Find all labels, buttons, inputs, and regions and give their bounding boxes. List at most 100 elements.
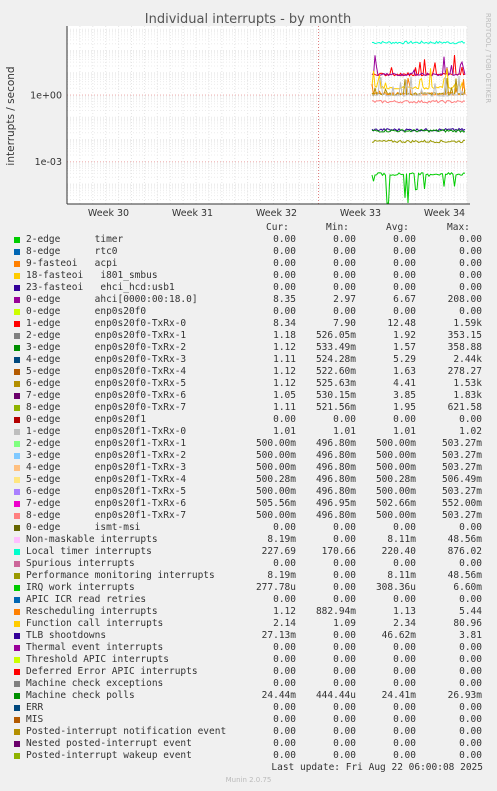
legend-swatch bbox=[14, 417, 20, 423]
legend-swatch bbox=[14, 549, 20, 555]
avg-value: 5.29 bbox=[393, 354, 416, 365]
avg-value: 0.00 bbox=[393, 234, 416, 245]
min-value: 1.01 bbox=[333, 426, 356, 437]
cur-value: 1.18 bbox=[273, 330, 296, 341]
legend-row: Machine check polls 24.44m 444.44u 24.41m 26… bbox=[0, 690, 497, 702]
legend-row: 3-edge enp0s20f0-TxRx-2 1.12 533.49m 1.57 35… bbox=[0, 342, 497, 354]
min-value: 522.60m bbox=[315, 366, 356, 377]
min-value: 0.00 bbox=[333, 750, 356, 761]
legend-row: 5-edge enp0s20f1-TxRx-4 500.28m 496.80m 500… bbox=[0, 474, 497, 486]
max-value: 26.93m bbox=[447, 690, 482, 701]
cur-value: 0.00 bbox=[273, 714, 296, 725]
legend-row: 23-fasteoi ehci_hcd:usb1 0.00 0.00 0.00 0.00 bbox=[0, 282, 497, 294]
legend-row: 5-edge enp0s20f0-TxRx-4 1.12 522.60m 1.63 27… bbox=[0, 366, 497, 378]
legend-swatch bbox=[14, 717, 20, 723]
legend-row: Rescheduling interrupts 1.12 882.94m 1.13 5.… bbox=[0, 606, 497, 618]
legend-swatch bbox=[14, 741, 20, 747]
max-value: 503.27m bbox=[441, 438, 482, 449]
legend-swatch bbox=[14, 333, 20, 339]
series-name: 5-edge enp0s20f0-TxRx-4 bbox=[26, 366, 187, 377]
series-name: 1-edge enp0s20f0-TxRx-0 bbox=[26, 318, 187, 329]
min-value: 0.00 bbox=[333, 246, 356, 257]
legend-swatch bbox=[14, 393, 20, 399]
legend-swatch bbox=[14, 489, 20, 495]
avg-value: 500.00m bbox=[375, 510, 416, 521]
avg-value: 8.11m bbox=[387, 570, 416, 581]
min-value: 0.00 bbox=[333, 582, 356, 593]
cur-value: 1.12 bbox=[273, 342, 296, 353]
col-header-cur: Cur: bbox=[266, 222, 289, 233]
legend-row: 3-edge enp0s20f1-TxRx-2 500.00m 496.80m 500… bbox=[0, 450, 497, 462]
max-value: 0.00 bbox=[459, 594, 482, 605]
avg-value: 0.00 bbox=[393, 414, 416, 425]
legend-swatch bbox=[14, 585, 20, 591]
max-value: 0.00 bbox=[459, 258, 482, 269]
series-name: 8-edge enp0s20f1-TxRx-7 bbox=[26, 510, 187, 521]
cur-value: 1.11 bbox=[273, 354, 296, 365]
legend-row: MIS 0.00 0.00 0.00 0.00 bbox=[0, 714, 497, 726]
min-value: 530.15m bbox=[315, 390, 356, 401]
cur-value: 500.28m bbox=[255, 474, 296, 485]
cur-value: 0.00 bbox=[273, 750, 296, 761]
avg-value: 1.01 bbox=[393, 426, 416, 437]
cur-value: 1.01 bbox=[273, 426, 296, 437]
cur-value: 1.05 bbox=[273, 390, 296, 401]
legend-row: 9-fasteoi acpi 0.00 0.00 0.00 0.00 bbox=[0, 258, 497, 270]
min-value: 170.66 bbox=[321, 546, 356, 557]
legend-swatch bbox=[14, 513, 20, 519]
series-name: MIS bbox=[26, 714, 44, 725]
min-value: 524.28m bbox=[315, 354, 356, 365]
series-name: 2-edge enp0s20f1-TxRx-1 bbox=[26, 438, 187, 449]
legend-swatch bbox=[14, 657, 20, 663]
max-value: 506.49m bbox=[441, 474, 482, 485]
cur-value: 0.00 bbox=[273, 666, 296, 677]
legend-row: 8-edge enp0s20f0-TxRx-7 1.11 521.56m 1.95 62… bbox=[0, 402, 497, 414]
legend-row: 7-edge enp0s20f1-TxRx-6 505.56m 496.95m 502… bbox=[0, 498, 497, 510]
cur-value: 500.00m bbox=[255, 486, 296, 497]
legend-row: 6-edge enp0s20f1-TxRx-5 500.00m 496.80m 500… bbox=[0, 486, 497, 498]
max-value: 6.60m bbox=[453, 582, 482, 593]
legend-row: 6-edge enp0s20f0-TxRx-5 1.12 525.63m 4.41 1.… bbox=[0, 378, 497, 390]
series-name: 7-edge enp0s20f0-TxRx-6 bbox=[26, 390, 187, 401]
legend-swatch bbox=[14, 501, 20, 507]
legend-swatch bbox=[14, 369, 20, 375]
legend-row: 0-edge enp0s20f1 0.00 0.00 0.00 0.00 bbox=[0, 414, 497, 426]
legend-row: 2-edge enp0s20f0-TxRx-1 1.18 526.05m 1.92 35… bbox=[0, 330, 497, 342]
series-name: 2-edge enp0s20f0-TxRx-1 bbox=[26, 330, 187, 341]
legend-row: ERR 0.00 0.00 0.00 0.00 bbox=[0, 702, 497, 714]
legend-swatch bbox=[14, 441, 20, 447]
min-value: 496.80m bbox=[315, 462, 356, 473]
cur-value: 227.69 bbox=[261, 546, 296, 557]
avg-value: 0.00 bbox=[393, 726, 416, 737]
legend-swatch bbox=[14, 681, 20, 687]
series-name: 5-edge enp0s20f1-TxRx-4 bbox=[26, 474, 187, 485]
legend-row: 1-edge enp0s20f0-TxRx-0 8.34 7.90 12.48 1.59… bbox=[0, 318, 497, 330]
avg-value: 1.13 bbox=[393, 606, 416, 617]
min-value: 0.00 bbox=[333, 630, 356, 641]
avg-value: 0.00 bbox=[393, 558, 416, 569]
cur-value: 277.78u bbox=[255, 582, 296, 593]
min-value: 0.00 bbox=[333, 234, 356, 245]
legend-row: Performance monitoring interrupts 8.19m 0.… bbox=[0, 570, 497, 582]
series-name: 8-edge rtc0 bbox=[26, 246, 118, 257]
legend-swatch bbox=[14, 597, 20, 603]
series-name: 4-edge enp0s20f0-TxRx-3 bbox=[26, 354, 187, 365]
series-name: 7-edge enp0s20f1-TxRx-6 bbox=[26, 498, 187, 509]
legend-swatch bbox=[14, 477, 20, 483]
max-value: 278.27 bbox=[447, 366, 482, 377]
y-tick-labels: 1e+00 1e-03 bbox=[30, 90, 62, 168]
max-value: 2.44k bbox=[453, 354, 482, 365]
min-value: 526.05m bbox=[315, 330, 356, 341]
legend-row: 8-edge enp0s20f1-TxRx-7 500.00m 496.80m 500… bbox=[0, 510, 497, 522]
min-value: 496.80m bbox=[315, 486, 356, 497]
legend-swatch bbox=[14, 297, 20, 303]
x-tick-label: Week 32 bbox=[256, 208, 297, 219]
avg-value: 1.63 bbox=[393, 366, 416, 377]
min-value: 0.00 bbox=[333, 594, 356, 605]
legend-swatch bbox=[14, 285, 20, 291]
avg-value: 0.00 bbox=[393, 306, 416, 317]
legend-swatch bbox=[14, 249, 20, 255]
legend-swatch bbox=[14, 729, 20, 735]
avg-value: 500.00m bbox=[375, 462, 416, 473]
legend-row: 2-edge enp0s20f1-TxRx-1 500.00m 496.80m 500… bbox=[0, 438, 497, 450]
